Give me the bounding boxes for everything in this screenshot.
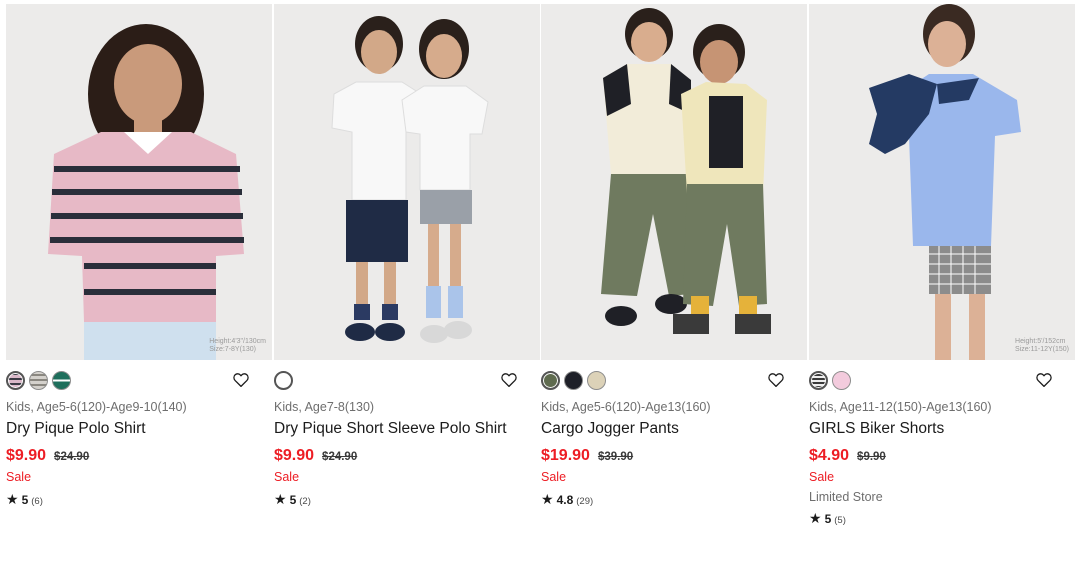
- review-count: (6): [31, 496, 43, 507]
- sale-label: Sale: [541, 470, 567, 484]
- model-size-note: Height:4'3"/130cm Size:7-8Y(130): [209, 338, 266, 353]
- color-swatches: [274, 370, 293, 390]
- color-swatch[interactable]: [809, 370, 828, 390]
- sale-price: $19.90: [541, 447, 590, 464]
- color-swatch[interactable]: [52, 370, 71, 390]
- star-icon: ★: [809, 510, 822, 526]
- product-name[interactable]: Dry Pique Short Sleeve Polo Shirt: [274, 420, 507, 438]
- original-price: $24.90: [54, 451, 90, 463]
- sale-price: $9.90: [274, 447, 315, 464]
- product-card[interactable]: Height:4'3"/130cm Size:7-8Y(130) Kids, A…: [6, 0, 274, 568]
- review-count: (29): [576, 496, 594, 507]
- product-name[interactable]: Cargo Jogger Pants: [541, 420, 679, 438]
- color-swatch[interactable]: [29, 370, 48, 390]
- heart-outline-icon[interactable]: [500, 371, 518, 389]
- rating: ★ 5 (6): [6, 491, 43, 508]
- product-image[interactable]: [541, 4, 807, 360]
- product-card[interactable]: Height:5'/152cm Size:11-12Y(150) Kids, A…: [809, 0, 1077, 568]
- product-name[interactable]: Dry Pique Polo Shirt: [6, 420, 146, 438]
- model-size-note: Height:5'/152cm Size:11-12Y(150): [1015, 338, 1069, 353]
- star-icon: ★: [6, 491, 19, 507]
- sale-price: $9.90: [6, 447, 47, 464]
- product-image[interactable]: Height:4'3"/130cm Size:7-8Y(130): [6, 4, 272, 360]
- color-swatch[interactable]: [832, 370, 851, 390]
- star-icon: ★: [274, 491, 287, 507]
- sale-price: $4.90: [809, 447, 850, 464]
- sale-label: Sale: [274, 470, 300, 484]
- product-card[interactable]: Kids, Age5-6(120)-Age13(160) Cargo Jogge…: [541, 0, 809, 568]
- price-row: $9.90 $24.90: [6, 447, 89, 465]
- color-swatches: [541, 370, 606, 390]
- color-swatch[interactable]: [564, 370, 583, 390]
- price-row: $4.90 $9.90: [809, 447, 886, 465]
- product-image[interactable]: Height:5'/152cm Size:11-12Y(150): [809, 4, 1075, 360]
- star-icon: ★: [541, 491, 554, 507]
- rating: ★ 4.8 (29): [541, 491, 593, 508]
- review-count: (2): [299, 496, 311, 507]
- color-swatch[interactable]: [274, 370, 293, 390]
- color-swatches: [6, 370, 71, 390]
- color-swatches: [809, 370, 851, 390]
- color-swatch[interactable]: [541, 370, 560, 390]
- sale-label: Sale: [6, 470, 32, 484]
- rating-score: 5: [824, 512, 832, 526]
- product-image[interactable]: [274, 4, 540, 360]
- product-category: Kids, Age5-6(120)-Age9-10(140): [6, 400, 187, 414]
- product-category: Kids, Age5-6(120)-Age13(160): [541, 400, 711, 414]
- heart-outline-icon[interactable]: [232, 371, 250, 389]
- limited-store-label: Limited Store: [809, 490, 883, 504]
- rating: ★ 5 (2): [274, 491, 311, 508]
- rating-score: 5: [289, 493, 297, 507]
- review-count: (5): [834, 515, 846, 526]
- product-name[interactable]: GIRLS Biker Shorts: [809, 420, 944, 438]
- heart-outline-icon[interactable]: [1035, 371, 1053, 389]
- color-swatch[interactable]: [587, 370, 606, 390]
- product-card[interactable]: Kids, Age7-8(130) Dry Pique Short Sleeve…: [274, 0, 542, 568]
- original-price: $24.90: [322, 451, 358, 463]
- original-price: $9.90: [857, 451, 886, 463]
- product-category: Kids, Age11-12(150)-Age13(160): [809, 400, 992, 414]
- product-grid: Height:4'3"/130cm Size:7-8Y(130) Kids, A…: [0, 0, 1080, 568]
- original-price: $39.90: [597, 451, 634, 463]
- rating: ★ 5 (5): [809, 510, 846, 527]
- price-row: $9.90 $24.90: [274, 447, 357, 465]
- rating-score: 4.8: [556, 493, 574, 507]
- color-swatch[interactable]: [6, 370, 25, 390]
- heart-outline-icon[interactable]: [767, 371, 785, 389]
- sale-label: Sale: [809, 470, 835, 484]
- price-row: $19.90 $39.90: [541, 447, 633, 465]
- product-category: Kids, Age7-8(130): [274, 400, 375, 414]
- rating-score: 5: [21, 493, 29, 507]
